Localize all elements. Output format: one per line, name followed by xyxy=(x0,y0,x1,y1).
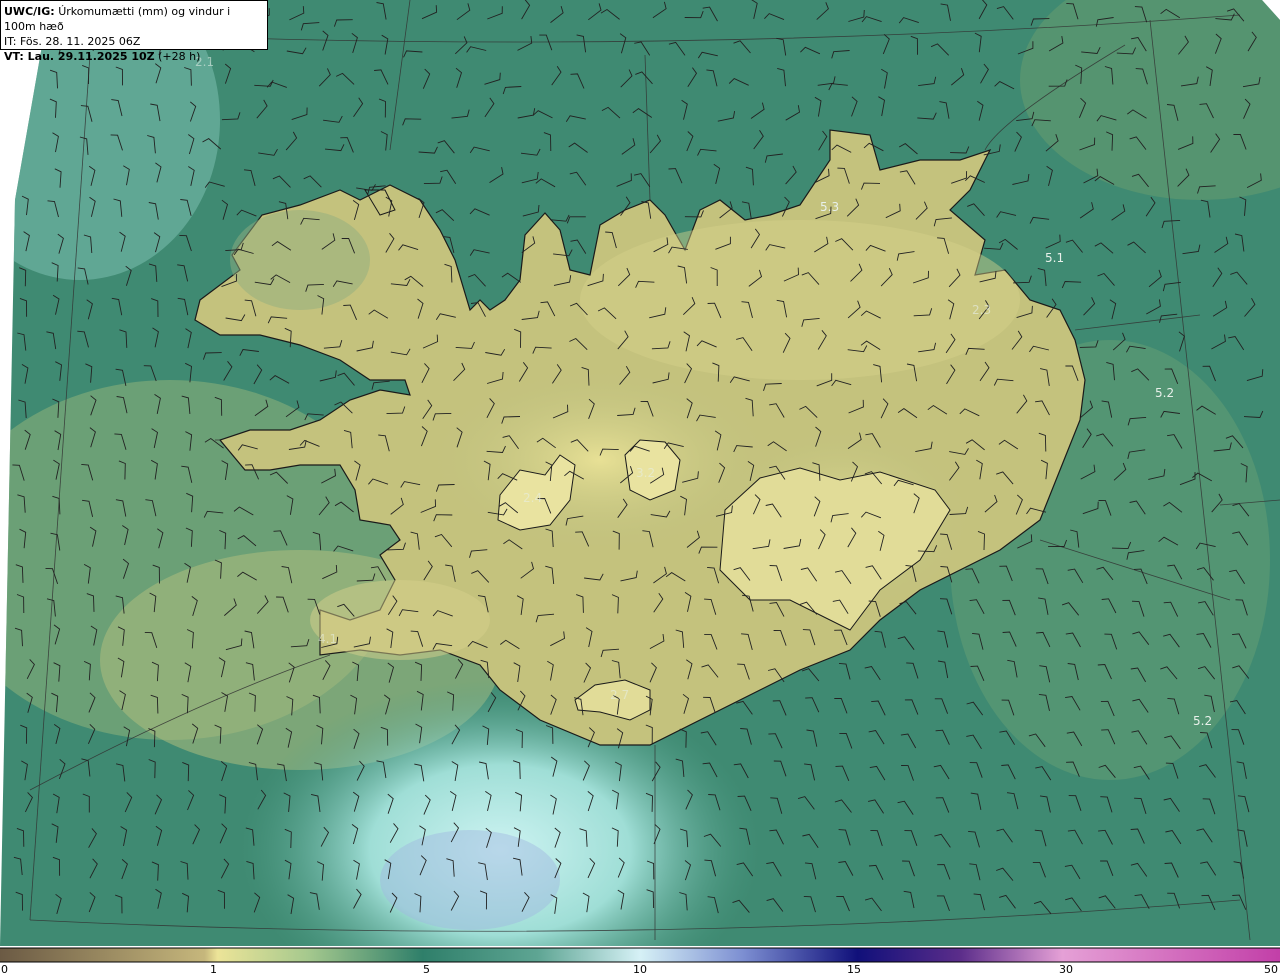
contour-label: 5.3 xyxy=(820,200,839,214)
contour-label: 5.2 xyxy=(1155,386,1174,400)
colorbar-tick-label: 30 xyxy=(1059,963,1073,976)
contour-label: 2.4 xyxy=(523,491,542,505)
model-name: UWC/IG: xyxy=(4,5,55,18)
colorbar-tick-label: 15 xyxy=(847,963,861,976)
title-line: UWC/IG: Úrkomumætti (mm) og vindur i 100… xyxy=(4,4,264,34)
init-time: IT: Fös. 28. 11. 2025 06Z xyxy=(4,35,141,48)
contour-label: 3.2 xyxy=(636,466,655,480)
colorbar xyxy=(0,947,1280,963)
contour-label: 5.1 xyxy=(1045,251,1064,265)
contour-label: 2.3 xyxy=(972,303,991,317)
lead-time: (+28 h) xyxy=(158,50,201,63)
colorbar-tick-label: 0 xyxy=(1,963,8,976)
contour-label: 5.2 xyxy=(1193,714,1212,728)
colorbar-tick-label: 1 xyxy=(210,963,217,976)
valid-line: VT: Lau. 29.11.2025 10Z (+28 h) xyxy=(4,49,264,64)
colorbar-tick-label: 5 xyxy=(423,963,430,976)
contour-label: 2.7 xyxy=(610,688,629,702)
colorbar-tick-label: 10 xyxy=(633,963,647,976)
contour-label: 4.1 xyxy=(318,632,337,646)
valid-time: VT: Lau. 29.11.2025 10Z xyxy=(4,50,155,63)
header-box: UWC/IG: Úrkomumætti (mm) og vindur i 100… xyxy=(0,0,268,63)
colorbar-tick-label: 50 xyxy=(1264,963,1278,976)
weather-map: 5.3 5.1 5.2 5.2 2.3 3.2 2.4 2.7 2.1 4.1 xyxy=(0,0,1280,963)
